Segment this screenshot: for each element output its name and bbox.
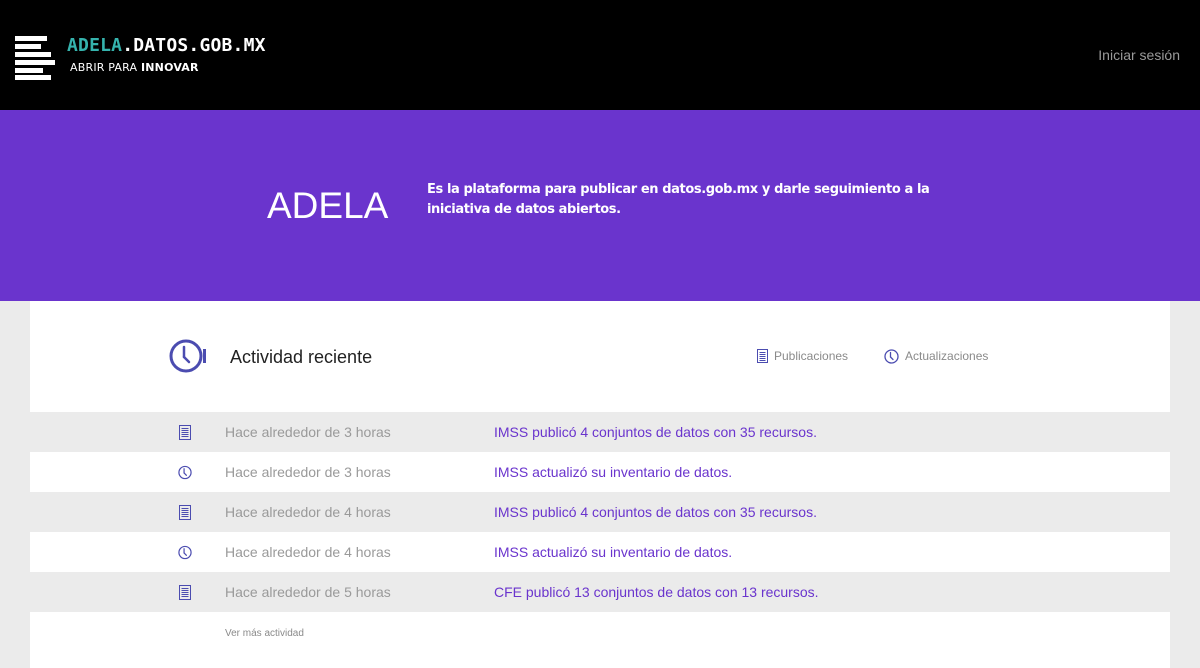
signin-link[interactable]: Iniciar sesión — [1098, 47, 1180, 64]
see-more-activity-link[interactable]: Ver más actividad — [225, 627, 304, 640]
filter-publicaciones[interactable]: Publicaciones — [757, 348, 848, 364]
activity-footer: Ver más actividad — [30, 612, 1170, 668]
document-icon — [179, 585, 191, 600]
document-icon — [179, 425, 191, 440]
activity-row: Hace alrededor de 4 horas IMSS actualizó… — [30, 532, 1170, 572]
clock-icon — [884, 348, 899, 364]
activity-row: Hace alrededor de 3 horas IMSS publicó 4… — [30, 412, 1170, 452]
activity-row: Hace alrededor de 4 horas IMSS publicó 4… — [30, 492, 1170, 532]
top-navbar: ADELA.DATOS.GOB.MX ABRIR PARA INNOVAR In… — [0, 0, 1200, 110]
clock-icon — [169, 339, 206, 373]
logo-accent-text: ADELA — [67, 35, 123, 56]
activity-row: Hace alrededor de 5 horas CFE publicó 13… — [30, 572, 1170, 612]
clock-icon — [178, 545, 192, 560]
activity-row: Hace alrededor de 3 horas IMSS actualizó… — [30, 452, 1170, 492]
activity-message-link[interactable]: IMSS actualizó su inventario de datos. — [494, 544, 732, 561]
activity-message-link[interactable]: CFE publicó 13 conjuntos de datos con 13… — [494, 584, 819, 601]
activity-time: Hace alrededor de 3 horas — [225, 424, 391, 440]
logo-icon[interactable] — [15, 36, 55, 80]
filter-actualizaciones-label: Actualizaciones — [905, 349, 989, 363]
tagline-bold: INNOVAR — [140, 61, 199, 74]
clock-icon — [178, 465, 192, 480]
activity-time: Hace alrededor de 4 horas — [225, 544, 391, 560]
activity-message-link[interactable]: IMSS publicó 4 conjuntos de datos con 35… — [494, 504, 817, 521]
activity-time: Hace alrededor de 4 horas — [225, 504, 391, 520]
activity-title: Actividad reciente — [230, 347, 373, 367]
hero-banner: ADELA Es la plataforma para publicar en … — [0, 110, 1200, 301]
activity-time: Hace alrededor de 3 horas — [225, 464, 391, 480]
filter-actualizaciones[interactable]: Actualizaciones — [884, 348, 988, 364]
document-icon — [757, 349, 768, 363]
activity-time: Hace alrededor de 5 horas — [225, 584, 391, 600]
site-tagline: ABRIR PARA INNOVAR — [70, 61, 199, 75]
activity-message-link[interactable]: IMSS publicó 4 conjuntos de datos con 35… — [494, 424, 817, 441]
filter-publicaciones-label: Publicaciones — [774, 349, 849, 363]
hero-description: Es la plataforma para publicar en datos.… — [427, 182, 930, 217]
activity-panel-header: Actividad reciente Publicaciones Actuali… — [30, 301, 1170, 412]
activity-message-link[interactable]: IMSS actualizó su inventario de datos. — [494, 464, 732, 481]
site-logo-text[interactable]: ADELA.DATOS.GOB.MX — [67, 36, 266, 56]
document-icon — [179, 505, 191, 520]
logo-domain-text: .DATOS.GOB.MX — [122, 35, 266, 56]
hero-title: ADELA — [267, 185, 389, 226]
tagline-plain: ABRIR PARA — [70, 61, 141, 74]
